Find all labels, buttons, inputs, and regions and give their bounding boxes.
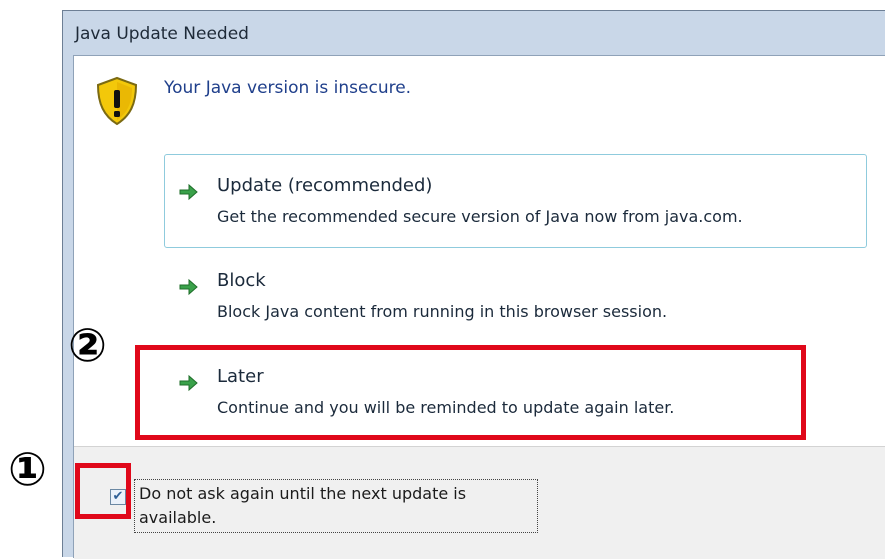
warning-shield-icon xyxy=(96,76,138,126)
green-arrow-icon xyxy=(179,278,198,296)
do-not-ask-label[interactable]: Do not ask again until the next update i… xyxy=(134,479,538,533)
dialog-window: Java Update Needed Your Java version is … xyxy=(62,10,885,559)
dialog-footer: ✔ Do not ask again until the next update… xyxy=(74,446,885,559)
dialog-client-area: Your Java version is insecure. Update (r… xyxy=(73,55,885,559)
checkbox-highlight-box xyxy=(75,463,131,519)
block-option-title: Block xyxy=(217,270,266,291)
insecure-message: Your Java version is insecure. xyxy=(164,78,412,98)
window-title: Java Update Needed xyxy=(75,24,249,44)
update-option-title: Update (recommended) xyxy=(217,175,433,196)
annotation-marker-2: ② xyxy=(68,318,107,372)
do-not-ask-row[interactable]: ✔ Do not ask again until the next update… xyxy=(94,479,574,533)
green-arrow-icon xyxy=(179,183,198,201)
block-option[interactable]: Block Block Java content from running in… xyxy=(164,249,867,343)
update-option-desc: Get the recommended secure version of Ja… xyxy=(217,207,743,226)
block-option-desc: Block Java content from running in this … xyxy=(217,302,668,321)
later-highlight-box xyxy=(135,345,806,440)
annotation-marker-1: ① xyxy=(8,442,47,496)
update-option[interactable]: Update (recommended) Get the recommended… xyxy=(164,154,867,248)
